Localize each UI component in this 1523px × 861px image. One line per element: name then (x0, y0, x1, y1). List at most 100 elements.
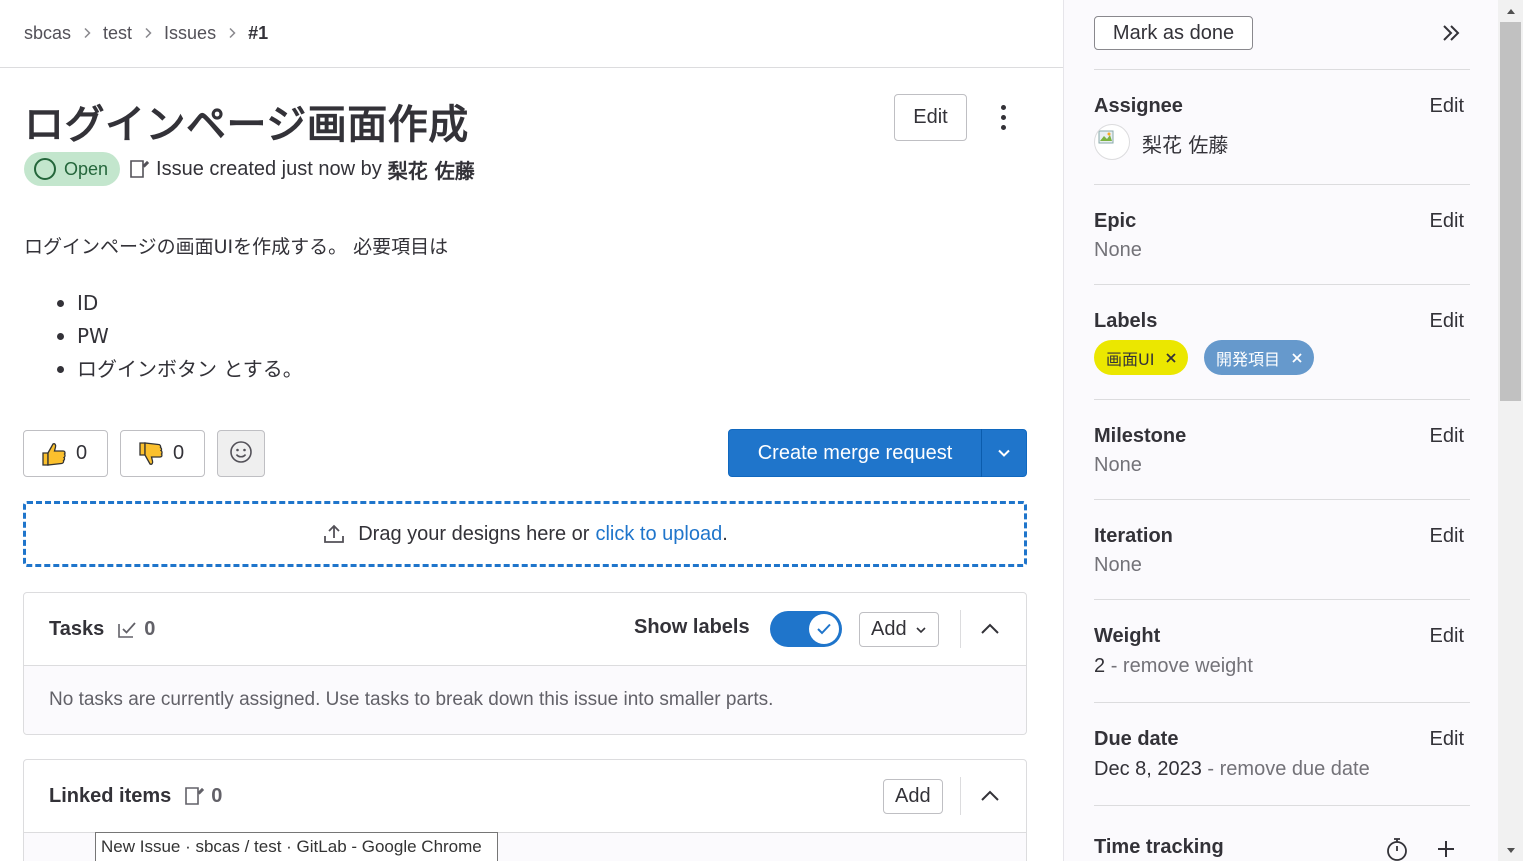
scrollbar-thumb[interactable] (1500, 22, 1521, 401)
time-tracking-section: Time tracking (1094, 805, 1470, 861)
issue-type-icon (183, 785, 205, 807)
issue-title: ログインページ画面作成 (24, 102, 469, 148)
edit-weight-button[interactable]: Edit (1430, 625, 1464, 648)
assignee-label: Assignee (1094, 95, 1183, 117)
status-label: Open (64, 158, 109, 179)
chevron-down-icon (915, 626, 927, 634)
check-icon (809, 614, 839, 644)
tasks-title: Tasks (49, 617, 105, 640)
milestone-label: Milestone (1094, 425, 1187, 447)
label-pill[interactable]: 画面UI (1094, 340, 1189, 375)
list-item: PW (50, 322, 303, 355)
epic-value: None (1094, 239, 1142, 261)
thumbs-down-count: 0 (173, 442, 185, 464)
breadcrumb: sbcas test Issues #1 (24, 22, 268, 44)
remove-label-icon[interactable] (1290, 351, 1304, 365)
chevron-down-icon[interactable] (982, 448, 1026, 458)
epic-label: Epic (1094, 210, 1137, 232)
status-open-icon (34, 158, 56, 180)
edit-epic-button[interactable]: Edit (1430, 210, 1464, 233)
remove-weight-link[interactable]: - remove weight (1111, 655, 1253, 677)
epic-section: Epic Edit None (1094, 184, 1470, 285)
weight-label: Weight (1094, 625, 1161, 647)
iteration-label: Iteration (1094, 525, 1173, 547)
scroll-up-icon[interactable] (1498, 0, 1523, 22)
edit-issue-button[interactable]: Edit (894, 94, 967, 141)
more-actions-icon[interactable] (990, 100, 1016, 134)
issue-main: sbcas test Issues #1 ログインページ画面作成 Edit Op… (0, 0, 1063, 861)
breadcrumb-current[interactable]: #1 (248, 23, 268, 44)
breadcrumb-group[interactable]: sbcas (24, 23, 71, 44)
add-reaction-button[interactable] (217, 430, 265, 477)
list-item: ID (50, 289, 303, 322)
upload-icon (322, 522, 346, 546)
chevron-right-icon (143, 27, 153, 39)
breadcrumb-project[interactable]: test (103, 23, 132, 44)
edit-due-date-button[interactable]: Edit (1430, 728, 1464, 751)
header-divider (0, 67, 1063, 68)
tasks-card: Tasks 0 Show labels Add No tasks are cur… (23, 592, 1027, 735)
stopwatch-icon[interactable] (1384, 836, 1410, 861)
scroll-down-icon[interactable] (1498, 839, 1523, 861)
milestone-section: Milestone Edit None (1094, 399, 1470, 500)
show-labels-text: Show labels (634, 616, 750, 638)
add-linked-item-button[interactable]: Add (883, 779, 943, 814)
upload-text: Drag your designs here or (358, 522, 590, 545)
milestone-value: None (1094, 454, 1142, 476)
breadcrumb-issues[interactable]: Issues (164, 23, 216, 44)
thumbs-down-icon (137, 440, 165, 468)
smiley-icon (229, 440, 253, 467)
author-link[interactable]: 梨花 佐藤 (388, 155, 475, 184)
edit-iteration-button[interactable]: Edit (1430, 525, 1464, 548)
edit-assignee-button[interactable]: Edit (1430, 95, 1464, 118)
assignee-section: Assignee Edit 梨花 佐藤 (1094, 69, 1470, 185)
edit-labels-button[interactable]: Edit (1430, 310, 1464, 333)
time-tracking-label: Time tracking (1094, 836, 1224, 858)
thumbs-up-icon (40, 440, 68, 468)
status-badge: Open (24, 152, 121, 186)
due-date-section: Due date Edit Dec 8, 2023 - remove due d… (1094, 702, 1470, 806)
remove-due-date-link[interactable]: - remove due date (1207, 758, 1369, 780)
labels-section: Labels Edit 画面UI 開発項目 (1094, 284, 1470, 400)
show-labels-toggle[interactable] (770, 611, 842, 647)
label-pill[interactable]: 開発項目 (1204, 340, 1315, 375)
remove-label-icon[interactable] (1164, 351, 1178, 365)
linked-items-title: Linked items (49, 784, 172, 807)
create-merge-request-label[interactable]: Create merge request (729, 442, 981, 465)
thumbs-up-button[interactable]: 0 (23, 430, 108, 477)
edit-milestone-button[interactable]: Edit (1430, 425, 1464, 448)
labels-label: Labels (1094, 310, 1158, 332)
thumbs-up-count: 0 (76, 442, 88, 464)
due-date-value: Dec 8, 2023 - remove due date (1094, 758, 1370, 780)
weight-section: Weight Edit 2 - remove weight (1094, 599, 1470, 703)
thumbs-down-button[interactable]: 0 (120, 430, 205, 477)
create-merge-request-button[interactable]: Create merge request (728, 429, 1027, 477)
add-time-icon[interactable] (1433, 836, 1459, 861)
assignee-name[interactable]: 梨花 佐藤 (1142, 129, 1228, 158)
chevron-right-icon (227, 27, 237, 39)
tasks-count: 0 (116, 618, 155, 641)
tasks-empty-text: No tasks are currently assigned. Use tas… (24, 665, 1026, 734)
window-tooltip: New Issue · sbcas / test · GitLab - Goog… (95, 832, 498, 861)
issue-meta: Open Issue created just now by 梨花 佐藤 (24, 152, 475, 186)
issue-type-icon (128, 158, 150, 180)
list-item: ログインボタン とする。 (50, 355, 303, 388)
click-to-upload-link[interactable]: click to upload (595, 523, 722, 546)
collapse-linked-items-icon[interactable] (976, 782, 1004, 810)
design-upload-dropzone[interactable]: Drag your designs here or click to uploa… (23, 501, 1027, 567)
due-date-label: Due date (1094, 728, 1179, 750)
add-task-dropdown[interactable]: Add (859, 612, 939, 647)
upload-suffix: . (722, 522, 728, 545)
created-text: Issue created just now by (156, 157, 382, 180)
collapse-tasks-icon[interactable] (976, 615, 1004, 643)
task-done-icon (116, 618, 138, 640)
iteration-value: None (1094, 554, 1142, 576)
weight-value: 2 - remove weight (1094, 655, 1253, 677)
avatar[interactable] (1094, 124, 1130, 160)
mark-as-done-button[interactable]: Mark as done (1094, 16, 1253, 50)
iteration-section: Iteration Edit None (1094, 499, 1470, 600)
collapse-sidebar-icon[interactable] (1437, 20, 1465, 46)
chevron-right-icon (82, 27, 92, 39)
description-text: ログインページの画面UIを作成する。 必要項目は (24, 236, 449, 258)
linked-items-count: 0 (183, 785, 222, 808)
